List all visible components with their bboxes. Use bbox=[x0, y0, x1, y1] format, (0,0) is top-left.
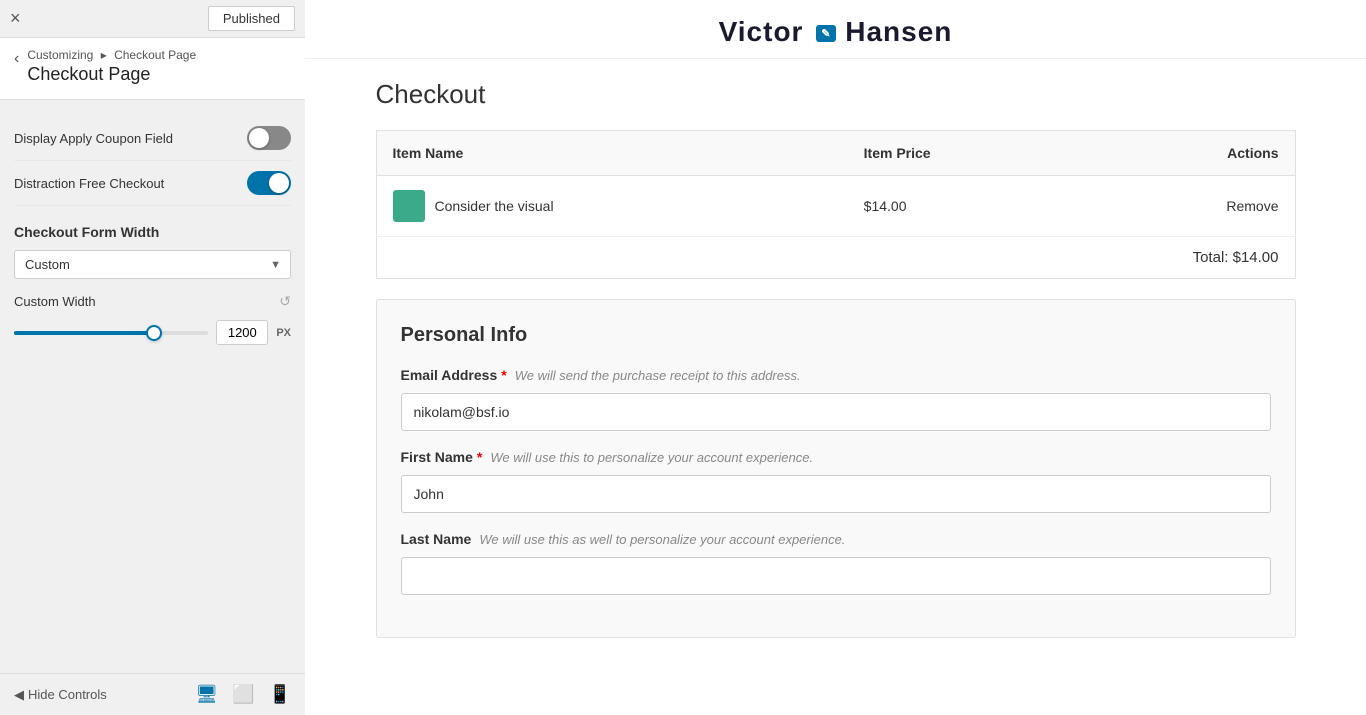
distraction-control-row: Distraction Free Checkout bbox=[14, 161, 291, 206]
lastname-label: Last Name We will use this as well to pe… bbox=[401, 531, 1271, 547]
sidebar-header: ‹ Customizing ▸ Checkout Page Checkout P… bbox=[0, 38, 305, 100]
close-button[interactable]: × bbox=[10, 8, 21, 29]
sidebar-top-bar: × Published bbox=[0, 0, 305, 38]
custom-width-row: Custom Width ↺ bbox=[14, 293, 291, 310]
coupon-control-row: Display Apply Coupon Field bbox=[14, 116, 291, 161]
distraction-label: Distraction Free Checkout bbox=[14, 176, 164, 191]
form-width-select-wrapper: Custom Full Width 960px 1200px ▼ bbox=[14, 250, 291, 279]
site-title-part2: Hansen bbox=[845, 16, 952, 47]
col-actions-header: Actions bbox=[1089, 131, 1295, 176]
site-title: Victor ✎ Hansen bbox=[719, 16, 953, 47]
table-row: Consider the visual $14.00 Remove bbox=[376, 176, 1295, 237]
email-label: Email Address * We will send the purchas… bbox=[401, 367, 1271, 383]
email-label-text: Email Address bbox=[401, 367, 498, 383]
checkout-area: Checkout Item Name Item Price Actions Co… bbox=[336, 59, 1336, 678]
published-button[interactable]: Published bbox=[208, 6, 295, 31]
col-item-name-header: Item Name bbox=[376, 131, 848, 176]
width-slider[interactable] bbox=[14, 324, 208, 342]
item-actions-cell: Remove bbox=[1089, 176, 1295, 237]
breadcrumb-separator: ▸ bbox=[101, 48, 107, 62]
total-cell: Total: $14.00 bbox=[376, 237, 1295, 279]
sidebar-content: Display Apply Coupon Field Distraction F… bbox=[0, 100, 305, 673]
breadcrumb-customizing: Customizing bbox=[27, 48, 93, 62]
slider-row: 1200 PX bbox=[14, 320, 291, 345]
item-name-content: Consider the visual bbox=[393, 190, 832, 222]
lastname-input[interactable] bbox=[401, 557, 1271, 595]
width-input[interactable]: 1200 bbox=[216, 320, 268, 345]
page-title: Checkout Page bbox=[27, 64, 196, 85]
desktop-icon[interactable]: 🖥 bbox=[195, 684, 218, 705]
firstname-input[interactable] bbox=[401, 475, 1271, 513]
distraction-toggle[interactable] bbox=[247, 171, 291, 195]
coupon-toggle[interactable] bbox=[247, 126, 291, 150]
checkout-form-width-title: Checkout Form Width bbox=[14, 224, 291, 240]
hide-controls-arrow-icon: ◀ bbox=[14, 687, 24, 703]
hide-controls-label: Hide Controls bbox=[28, 687, 107, 702]
personal-info-heading: Personal Info bbox=[401, 324, 1271, 347]
form-width-select[interactable]: Custom Full Width 960px 1200px bbox=[14, 250, 291, 279]
tablet-icon[interactable]: ⬜ bbox=[232, 684, 254, 705]
mobile-icon[interactable]: 📱 bbox=[269, 684, 291, 705]
coupon-label: Display Apply Coupon Field bbox=[14, 131, 173, 146]
reset-icon[interactable]: ↺ bbox=[279, 293, 291, 310]
custom-width-label: Custom Width bbox=[14, 294, 96, 309]
slider-track bbox=[14, 331, 208, 335]
email-hint: We will send the purchase receipt to thi… bbox=[515, 368, 801, 383]
firstname-label: First Name * We will use this to persona… bbox=[401, 449, 1271, 465]
item-price-cell: $14.00 bbox=[848, 176, 1089, 237]
table-header-row: Item Name Item Price Actions bbox=[376, 131, 1295, 176]
item-name-cell: Consider the visual bbox=[376, 176, 848, 237]
firstname-required-star: * bbox=[477, 449, 482, 465]
lastname-hint: We will use this as well to personalize … bbox=[479, 532, 845, 547]
unit-label: PX bbox=[276, 327, 291, 339]
back-button[interactable]: ‹ bbox=[14, 50, 19, 68]
firstname-hint: We will use this to personalize your acc… bbox=[490, 450, 813, 465]
device-icons: 🖥 ⬜ 📱 bbox=[195, 684, 291, 705]
total-row: Total: $14.00 bbox=[376, 237, 1295, 279]
breadcrumb-page: Checkout Page bbox=[114, 48, 196, 62]
breadcrumb-block: Customizing ▸ Checkout Page Checkout Pag… bbox=[27, 48, 196, 85]
sidebar-footer: ◀ Hide Controls 🖥 ⬜ 📱 bbox=[0, 673, 305, 715]
email-required-star: * bbox=[501, 367, 506, 383]
firstname-group: First Name * We will use this to persona… bbox=[401, 449, 1271, 513]
remove-link[interactable]: Remove bbox=[1226, 198, 1278, 214]
site-title-part1: Victor bbox=[719, 16, 804, 47]
cart-table: Item Name Item Price Actions Consider th… bbox=[376, 130, 1296, 279]
lastname-group: Last Name We will use this as well to pe… bbox=[401, 531, 1271, 595]
breadcrumb: Customizing ▸ Checkout Page bbox=[27, 48, 196, 62]
personal-info-section: Personal Info Email Address * We will se… bbox=[376, 299, 1296, 638]
slider-thumb[interactable] bbox=[146, 325, 162, 341]
edit-icon[interactable]: ✎ bbox=[816, 25, 836, 42]
item-name-text: Consider the visual bbox=[435, 198, 554, 214]
firstname-label-text: First Name bbox=[401, 449, 473, 465]
checkout-heading: Checkout bbox=[376, 79, 1296, 110]
item-thumbnail bbox=[393, 190, 425, 222]
email-group: Email Address * We will send the purchas… bbox=[401, 367, 1271, 431]
slider-fill bbox=[14, 331, 154, 335]
site-header: Victor ✎ Hansen bbox=[305, 0, 1366, 59]
main-content: Victor ✎ Hansen Checkout Item Name Item … bbox=[305, 0, 1366, 715]
hide-controls-button[interactable]: ◀ Hide Controls bbox=[14, 687, 107, 703]
sidebar: × Published ‹ Customizing ▸ Checkout Pag… bbox=[0, 0, 305, 715]
email-input[interactable] bbox=[401, 393, 1271, 431]
col-item-price-header: Item Price bbox=[848, 131, 1089, 176]
lastname-label-text: Last Name bbox=[401, 531, 472, 547]
